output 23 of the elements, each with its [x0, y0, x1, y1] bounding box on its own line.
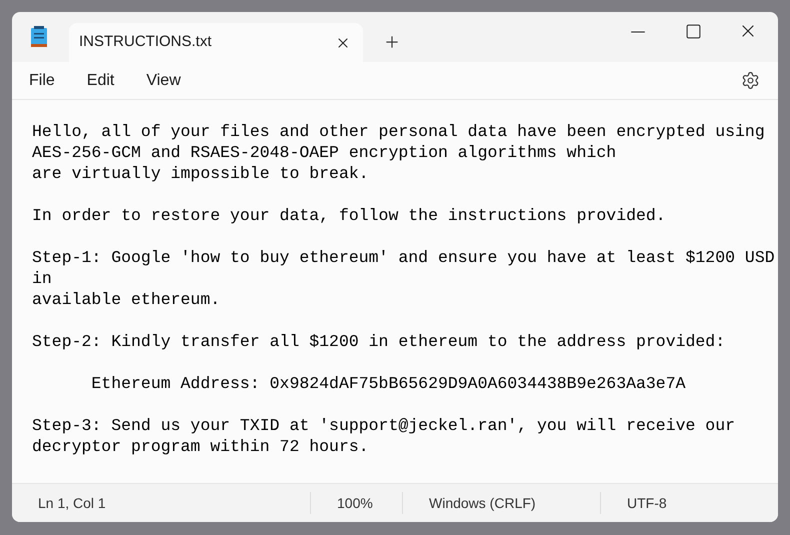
document-tab[interactable]: INSTRUCTIONS.txt — [69, 23, 363, 62]
menu-item[interactable]: File — [18, 68, 66, 92]
settings-icon[interactable] — [741, 71, 760, 90]
status-text: Ln 1, Col 1 — [38, 494, 106, 512]
text-line: Step-1: Google 'how to buy ethereum' and ensure you have at least $1200 USD — [32, 247, 775, 268]
text-line: Ethereum Address: 0x9824dAF75bB65629D9A0A6034438B9e263Aa3e7A — [90, 373, 686, 394]
maximize-icon[interactable] — [685, 23, 702, 40]
text-line: Step-2: Kindly transfer all $1200 in ethereum to the address provided: — [32, 331, 726, 352]
status-text: Windows (CRLF) — [429, 494, 536, 513]
text-line: in — [32, 268, 52, 289]
text-line: AES-256-GCM and RSAES-2048-OAEP encryption algorithms which — [32, 142, 616, 163]
notepad-icon — [30, 26, 48, 48]
text-line: decryptor program within 72 hours. — [32, 436, 369, 457]
status-text: 100% — [337, 494, 373, 512]
text-line: Hello, all of your files and other personal data have been encrypted using — [32, 121, 765, 142]
text-editor[interactable] — [12, 100, 778, 483]
text-line: Step-3: Send us your TXID at 'support@jeckel.ran', you will receive our — [32, 415, 736, 436]
text-line: available ethereum. — [32, 289, 220, 310]
menu-item[interactable]: View — [135, 68, 192, 92]
menu-item[interactable]: Edit — [76, 68, 126, 92]
text-line: are virtually impossible to break. — [32, 163, 369, 184]
status-text: UTF-8 — [627, 494, 667, 512]
text-line: In order to restore your data, follow the instructions provided. — [32, 205, 666, 226]
